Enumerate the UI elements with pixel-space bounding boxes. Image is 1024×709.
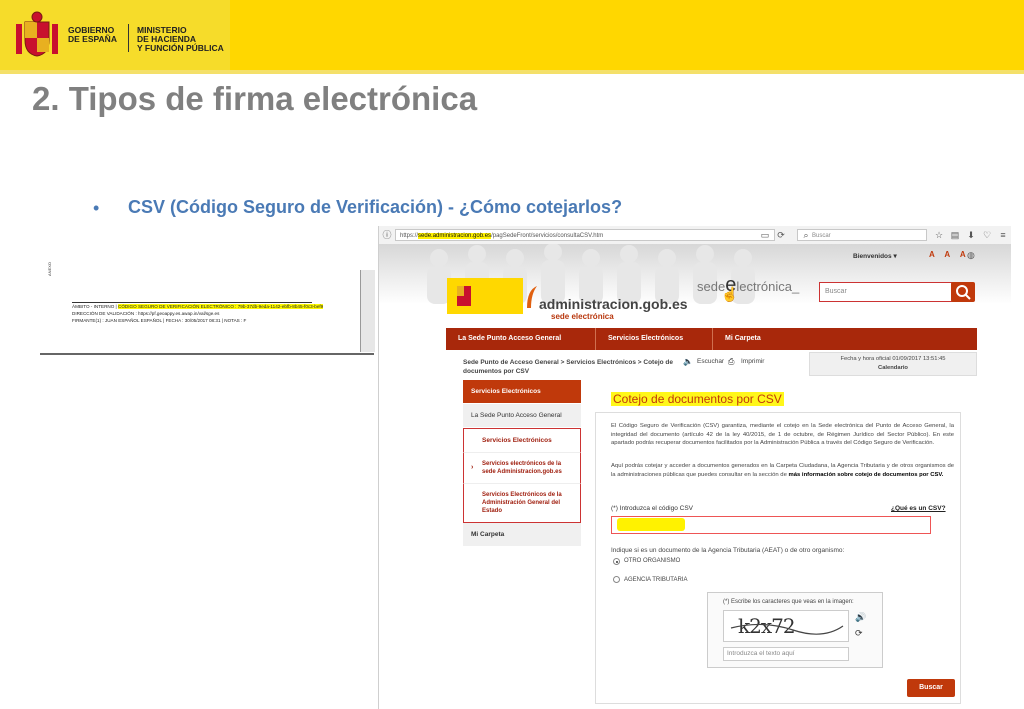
sidebar: Servicios Electrónicos La Sede Punto Acc… [463, 380, 581, 547]
hand-cursor-icon: ☝ [721, 286, 739, 302]
sidebar-subitem-sede-servicios[interactable]: Servicios electrónicos de la sede Admini… [463, 453, 581, 484]
site-brand-swoosh-icon [527, 286, 537, 308]
captcha-label: (*) Escribe los caracteres que veas en l… [723, 599, 854, 605]
reader-icon[interactable]: ▭ [759, 229, 771, 241]
reload-icon[interactable]: ⟳ [775, 229, 787, 241]
site-coat-of-arms-icon [457, 286, 471, 306]
magnifier-icon [956, 285, 971, 300]
library-icon[interactable]: ▤ [949, 229, 961, 241]
sidebar-item-mi-carpeta[interactable]: Mi Carpeta [463, 523, 581, 547]
info-paragraph: Aquí podrás cotejar y acceder a document… [611, 462, 954, 479]
gov-name-line2: DE ESPAÑA [68, 34, 117, 44]
content-title: Cotejo de documentos por CSV [611, 392, 784, 406]
snippet-line-signer: FIRMANTE(1) : JUAN ESPAÑOL ESPAÑOL | FEC… [72, 318, 247, 323]
welcome-menu[interactable]: Bienvenidos ▾ [853, 252, 897, 260]
main-nav: La Sede Punto Acceso General Servicios E… [446, 328, 977, 350]
logo-divider [128, 24, 129, 52]
site-brand-subtitle: sede electrónica [551, 312, 614, 321]
pocket-icon[interactable]: ♡ [981, 229, 993, 241]
bullet-icon: • [93, 198, 100, 218]
official-clock: Fecha y hora oficial 01/09/2017 13:51:45… [809, 352, 977, 376]
nav-item-sede[interactable]: La Sede Punto Acceso General [446, 328, 596, 350]
lock-icon: ⓘ [382, 230, 392, 240]
csv-highlight [617, 518, 685, 531]
nav-item-mi-carpeta[interactable]: Mi Carpeta [713, 328, 977, 350]
radio-otro-organismo-label[interactable]: OTRO ORGANISMO [624, 558, 680, 564]
nav-item-servicios[interactable]: Servicios Electrónicos [596, 328, 713, 350]
sidebar-item-servicios[interactable]: Servicios Electrónicos [463, 428, 581, 453]
breadcrumb[interactable]: Sede Punto de Acceso General > Servicios… [463, 358, 703, 376]
submit-search-button[interactable]: Buscar [907, 679, 955, 697]
globe-icon[interactable]: ◍ [967, 250, 975, 261]
snippet-line-csv-prefix: ÁMBITO - INTERNO | [72, 304, 119, 309]
coat-of-arms-icon [16, 11, 58, 57]
url-host: sede.administracion.gob.es [418, 233, 492, 239]
audio-icon[interactable]: 🔊 [855, 612, 866, 623]
more-info-link[interactable]: más información sobre cotejo de document… [789, 472, 944, 478]
chevron-right-icon: › [471, 464, 474, 471]
listen-link[interactable]: Escuchar [697, 358, 724, 365]
intro-paragraph: El Código Seguro de Verificación (CSV) g… [611, 423, 954, 446]
snippet-line-url: DIRECCIÓN DE VALIDACIÓN : https://pf.geo… [72, 311, 220, 316]
radio-agencia-tributaria-label[interactable]: AGENCIA TRIBUTARIA [624, 577, 687, 583]
banner-stripe [0, 70, 1024, 74]
site-brand-name[interactable]: administracion.gob.es [539, 296, 688, 312]
bookmark-star-icon[interactable]: ☆ [933, 229, 945, 241]
refresh-icon[interactable]: ⟳ [855, 628, 863, 639]
sidebar-subitem-age-servicios[interactable]: Servicios Electrónicos de la Administrac… [463, 484, 581, 523]
radio-otro-organismo[interactable] [613, 558, 620, 565]
calendar-link[interactable]: Calendario [810, 364, 976, 373]
sede-logo-part2: lectrónica_ [736, 279, 800, 294]
url-path: /pagSedeFront/servicios/consultaCSV.htm [491, 233, 604, 239]
sidebar-item-sede[interactable]: La Sede Punto Acceso General [463, 404, 581, 428]
snippet-line-csv: ÁMBITO - INTERNO | CÓDIGO SEGURO DE VERI… [72, 304, 324, 310]
speaker-icon[interactable]: 🔈 [683, 357, 693, 366]
snippet-rule [72, 302, 312, 303]
url-scheme: https:// [400, 233, 419, 239]
printer-icon[interactable]: ⎙ [728, 357, 734, 367]
organism-question: Indique si es un documento de la Agencia… [611, 547, 845, 554]
what-is-csv-link[interactable]: ¿Qué es un CSV? [891, 505, 946, 512]
document-scrollbar [360, 270, 375, 352]
snippet-side-label: ANEXO [47, 261, 52, 276]
slide-title: 2. Tipos de firma electrónica [32, 80, 478, 117]
address-bar[interactable]: https://sede.administracion.gob.es/pagSe… [395, 229, 775, 241]
csv-field-label: (*) Introduzca el código CSV [611, 505, 694, 512]
search-icon: ⌕ [803, 230, 809, 240]
snippet-csv-highlight: CÓDIGO SEGURO DE VERIFICACIÓN ELECTRÓNIC… [118, 304, 324, 309]
font-size-controls[interactable]: A A A [929, 250, 970, 259]
site-search-input[interactable]: Buscar [819, 282, 953, 302]
captcha-strike-icon [730, 623, 844, 635]
slide-subtitle: CSV (Código Seguro de Verificación) - ¿C… [128, 197, 623, 217]
print-link[interactable]: Imprimir [741, 358, 764, 365]
ministry-line3: Y FUNCIÓN PÚBLICA [137, 43, 224, 53]
captcha-input[interactable]: Introduzca el texto aquí [723, 647, 849, 661]
download-icon[interactable]: ⬇ [965, 229, 977, 241]
official-clock-time: Fecha y hora oficial 01/09/2017 13:51:45 [840, 356, 946, 362]
browser-search-input[interactable]: Buscar [797, 229, 927, 241]
radio-agencia-tributaria[interactable] [613, 576, 620, 583]
menu-icon[interactable]: ≡ [997, 229, 1009, 241]
site-search-button[interactable] [951, 282, 975, 302]
sidebar-heading[interactable]: Servicios Electrónicos [463, 380, 581, 404]
sede-electronica-logo: sedeelectrónica_ [697, 274, 799, 297]
browser-window: ⓘ https://sede.administracion.gob.es/pag… [378, 226, 1011, 709]
